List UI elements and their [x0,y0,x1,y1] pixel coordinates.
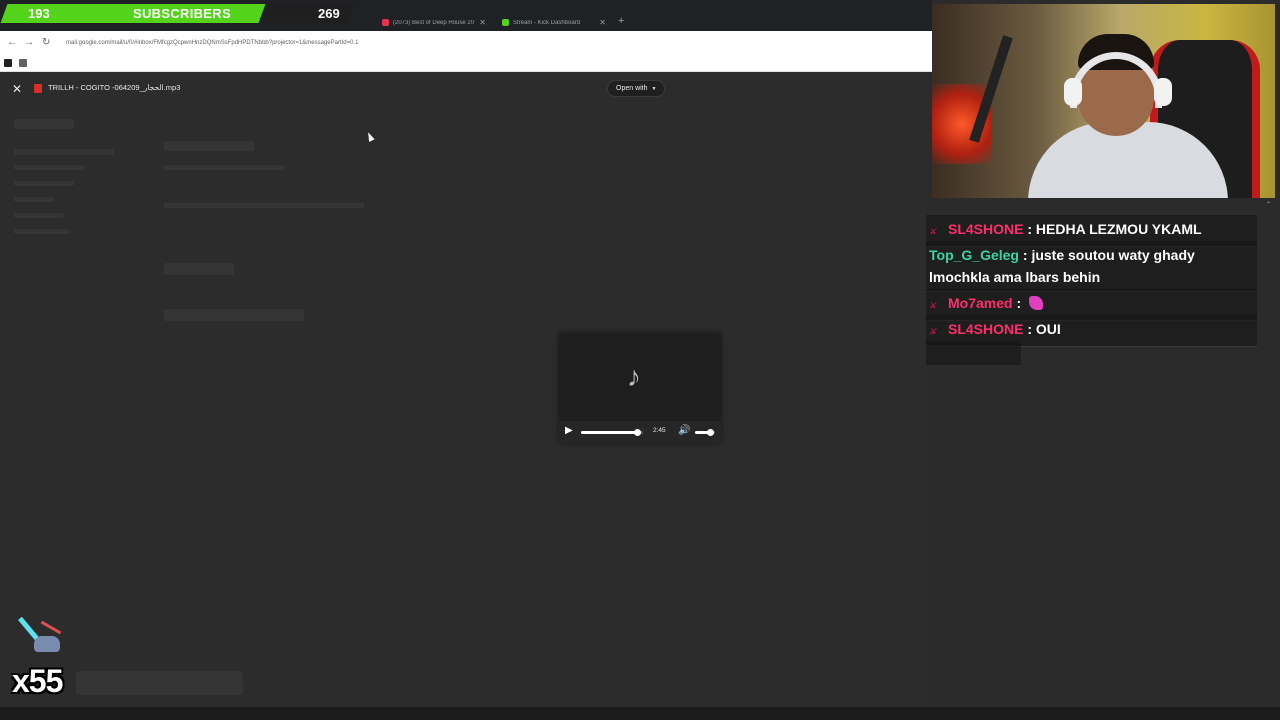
ghost-compose [14,119,74,129]
pickaxe-streak [40,620,62,635]
caret-down-icon: ▼ [651,85,657,92]
file-name: TRILLH - COGITO -064209_الحجار.mp3 [48,83,181,92]
stream-screen: (2073) Best of Deep House 202 ✕ Stream -… [0,0,1280,720]
chat-message: Top_G_Geleg : juste soutou waty ghady lm… [926,241,1257,292]
pickaxe-head [34,636,60,652]
headset-left-cup [1064,78,1082,106]
chat-input-placeholder [926,341,1021,365]
kick-icon [502,19,509,26]
ghost-nav [14,149,114,155]
volume-handle[interactable] [707,429,714,436]
seek-slider[interactable] [581,429,643,436]
sub-count: 193 [28,6,50,21]
youtube-icon [382,19,389,26]
viewer-toolbar: ✕ TRILLH - COGITO -064209_الحجار.mp3 Ope… [0,78,925,100]
time-display: 2:45 [653,427,666,434]
sword-badge-icon: ⚔ [929,227,937,236]
ghost-nav [14,181,74,186]
sub-goal: 269 [318,6,340,21]
chat-text: HEDHA LEZMOU YKAML [1035,221,1202,237]
reload-icon[interactable]: ↻ [42,37,50,48]
browser-tab-kick-dashboard[interactable]: Stream - Kick Dashboard ✕ [496,14,612,31]
subscriber-goal-bar: 193 SUBSCRIBERS 269 [0,4,360,23]
ghost-snackbar [76,671,243,695]
goal-remaining [258,4,356,23]
chat-username: SL4SHONE [948,221,1024,237]
seek-handle[interactable] [633,429,641,436]
multiplier-label: x55 [12,663,63,699]
gmail-background [0,73,925,703]
close-icon[interactable]: ✕ [12,82,22,96]
chat-username: Mo7amed [948,295,1013,311]
chat-text: OUI [1035,321,1061,337]
webcam-feed [932,4,1275,198]
pickaxe-icon [14,616,64,662]
audio-controls: ▶ 2:45 🔊 [559,421,721,443]
ghost-nav [14,165,84,170]
tab-close-icon[interactable]: ✕ [479,18,486,27]
open-with-button[interactable]: Open with ▼ [607,80,666,97]
sword-badge-icon: ⚔ [929,301,937,310]
sub-label: SUBSCRIBERS [133,6,231,21]
ghost-reply [164,309,304,321]
ghost-nav [14,213,64,218]
tab-label: Stream - Kick Dashboard [513,19,581,26]
apps-icon[interactable] [19,59,27,67]
headset-right-cup [1154,78,1172,106]
ghost-body [164,203,364,208]
ghost-subject [164,141,254,151]
audio-file-icon [34,84,42,93]
volume-slider[interactable] [695,429,715,436]
back-icon[interactable]: ← [7,37,17,48]
emote-icon [1029,296,1044,310]
volume-icon[interactable]: 🔊 [678,425,690,436]
browser-tab-deep-house[interactable]: (2073) Best of Deep House 202 ✕ [376,14,492,31]
music-note-icon: ♪ [627,361,641,392]
ghost-sender [164,165,284,170]
play-icon[interactable]: ▶ [565,425,573,436]
chat-scroll-icon[interactable]: ⌃ [1266,201,1271,208]
ghost-attachment [164,263,234,275]
tab-label: (2073) Best of Deep House 202 [393,19,475,26]
plus-icon[interactable]: + [618,15,624,27]
chat-username: SL4SHONE [948,321,1024,337]
tab-close-icon[interactable]: ✕ [599,18,606,27]
chat-overlay: ⚔ SL4SHONE : HEDHA LEZMOU YKAML Top_G_Gel… [926,198,1258,366]
bookmark-icon[interactable] [4,59,12,67]
open-with-label: Open with [616,85,648,92]
ghost-nav [14,197,54,202]
bottom-strip [0,707,1280,720]
forward-icon[interactable]: → [24,37,34,48]
sword-badge-icon: ⚔ [929,327,937,336]
chat-username: Top_G_Geleg [929,247,1019,263]
seek-progress [581,431,637,434]
address-bar: ← → ↻ mail.google.com/mail/u/0/#inbox/FM… [0,31,932,55]
audio-player: ♪ ▶ 2:45 🔊 [559,333,721,443]
bookmarks-bar [0,55,932,72]
ghost-nav [14,229,69,234]
url-input[interactable]: mail.google.com/mail/u/0/#inbox/FMfcgzQc… [66,36,486,50]
